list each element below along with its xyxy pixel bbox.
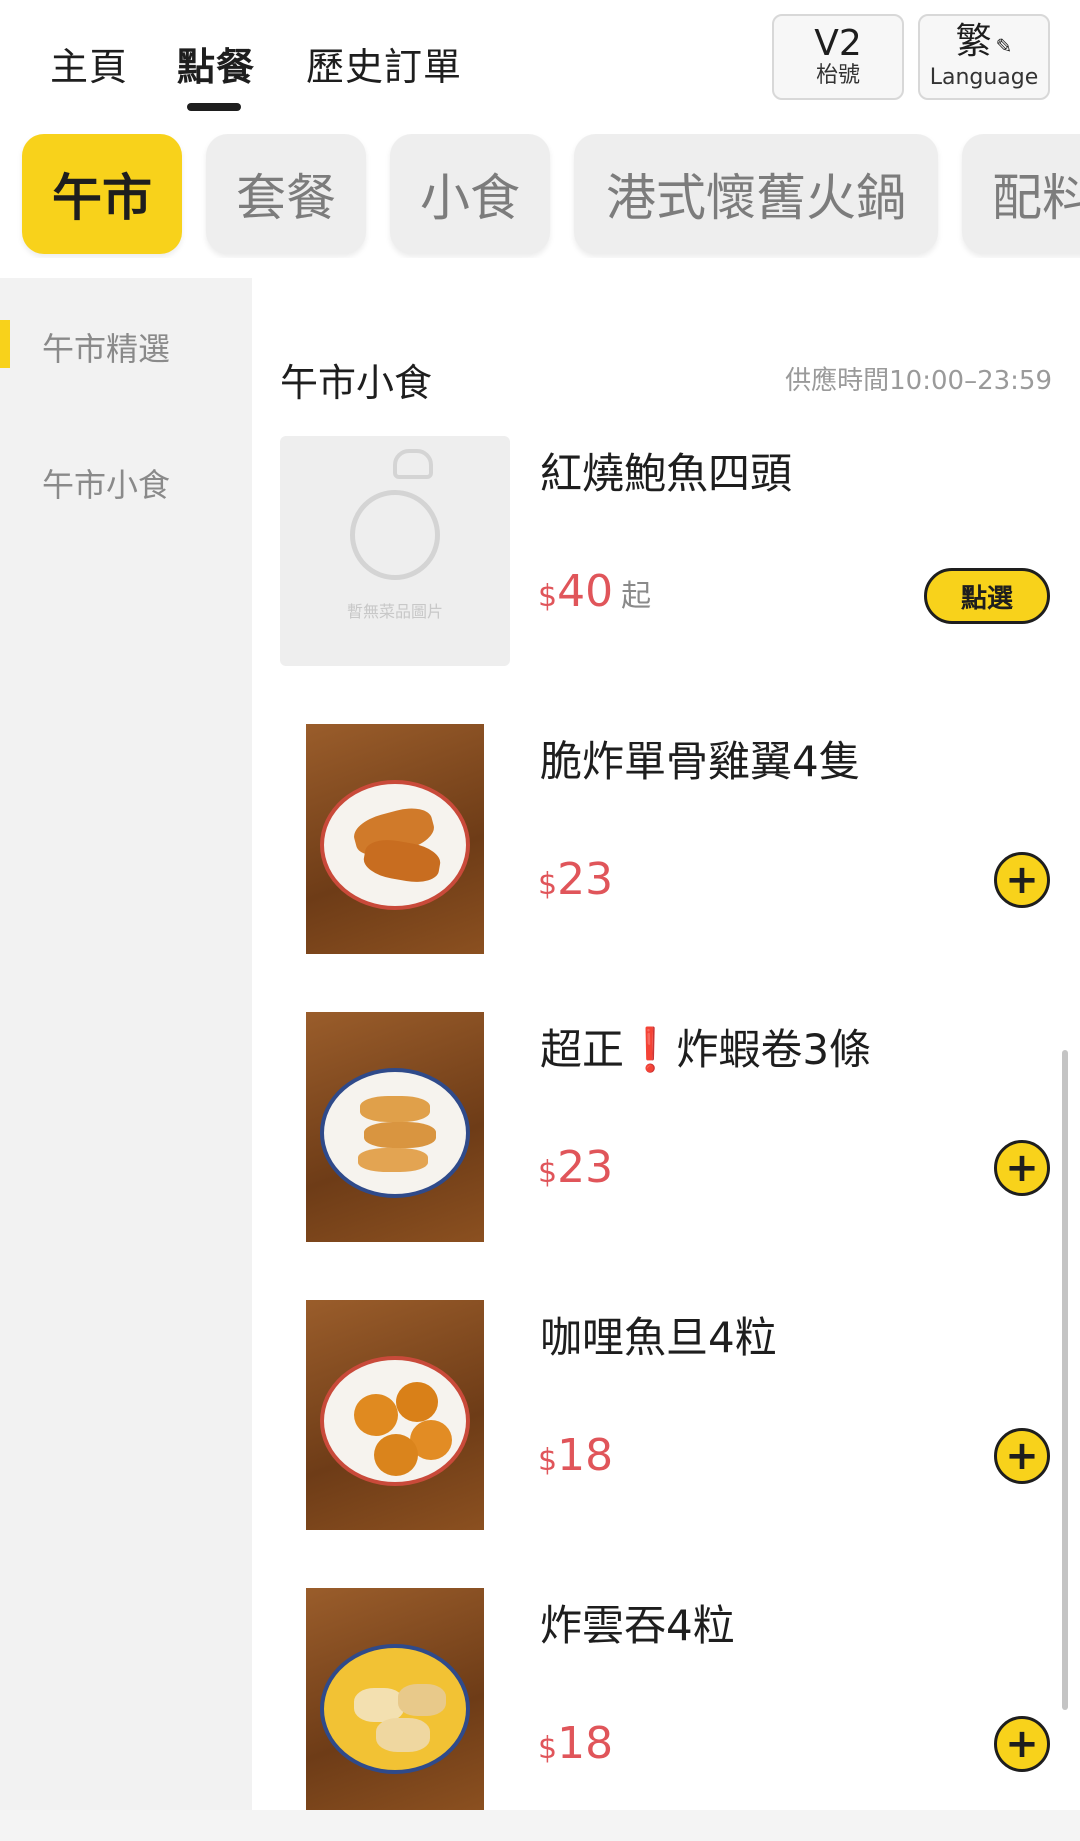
placeholder-text: 暫無菜品圖片 <box>346 602 443 621</box>
item-photo <box>306 1588 484 1810</box>
add-button[interactable]: + <box>994 1140 1050 1196</box>
item-price: $23 <box>538 854 614 905</box>
category-snacks[interactable]: 小食 <box>390 134 550 254</box>
select-button[interactable]: 點選 <box>924 568 1050 624</box>
table-number-label: 枱號 <box>815 63 860 88</box>
image-placeholder: 暫無菜品圖片 <box>280 436 510 666</box>
pencil-icon: ✎ <box>995 34 1013 58</box>
exclamation-icon: ❗ <box>624 1025 677 1074</box>
category-lunch[interactable]: 午市 <box>22 134 182 254</box>
language-current: 繁 <box>955 21 992 62</box>
item-price: $40 起 <box>538 566 652 617</box>
menu-item[interactable]: 超正❗炸蝦卷3條 $23 + <box>252 1012 1080 1252</box>
table-number: V2 <box>814 23 862 64</box>
menu-item[interactable]: 咖哩魚旦4粒 $18 + <box>252 1300 1080 1540</box>
section-title: 午市小食 <box>280 361 433 405</box>
scrollbar[interactable] <box>1062 1050 1068 1710</box>
item-name: 脆炸單骨雞翼4隻 <box>540 737 861 786</box>
price-suffix: 起 <box>621 579 652 614</box>
sidebar-active-indicator <box>0 320 10 368</box>
item-name: 咖哩魚旦4粒 <box>540 1313 777 1362</box>
bottom-bar <box>0 1810 1080 1841</box>
sidebar: 午市精選 午市小食 <box>0 278 252 1841</box>
category-hotpot[interactable]: 港式懷舊火鍋 <box>574 134 938 254</box>
item-name: 超正❗炸蝦卷3條 <box>540 1025 872 1074</box>
top-nav: 主頁 點餐 歷史訂單 V2 枱號 繁 ✎ Language <box>0 0 1080 122</box>
item-photo <box>306 724 484 954</box>
category-set-meal[interactable]: 套餐 <box>206 134 366 254</box>
menu-list: 午市小食 供應時間10:00–23:59 暫無菜品圖片 紅燒鮑魚四頭 $40 起 … <box>252 278 1080 1841</box>
item-price: $18 <box>538 1718 614 1769</box>
plate-icon <box>350 449 440 580</box>
item-name: 炸雲吞4粒 <box>540 1601 735 1650</box>
language-button[interactable]: 繁 ✎ Language <box>918 14 1050 100</box>
item-price: $23 <box>538 1142 614 1193</box>
tab-order[interactable]: 點餐 <box>177 36 255 91</box>
chef-hat-icon <box>393 449 433 479</box>
item-photo <box>306 1012 484 1242</box>
tab-order-history[interactable]: 歷史訂單 <box>306 36 462 91</box>
tab-home[interactable]: 主頁 <box>50 36 128 91</box>
service-hours: 供應時間10:00–23:59 <box>785 366 1052 396</box>
sidebar-item-lunch-picks[interactable]: 午市精選 <box>42 324 170 370</box>
table-number-button[interactable]: V2 枱號 <box>772 14 904 100</box>
item-price: $18 <box>538 1430 614 1481</box>
language-label: Language <box>929 65 1039 90</box>
add-button[interactable]: + <box>994 1428 1050 1484</box>
menu-item[interactable]: 炸雲吞4粒 $18 + <box>252 1588 1080 1818</box>
item-name: 紅燒鮑魚四頭 <box>540 449 793 498</box>
add-button[interactable]: + <box>994 852 1050 908</box>
sidebar-item-lunch-snacks[interactable]: 午市小食 <box>42 460 170 506</box>
category-toppings[interactable]: 配料 <box>962 134 1080 254</box>
category-bar: 午市 套餐 小食 港式懷舊火鍋 配料 <box>0 134 1080 258</box>
menu-item[interactable]: 暫無菜品圖片 紅燒鮑魚四頭 $40 起 點選 <box>252 436 1080 676</box>
menu-item[interactable]: 脆炸單骨雞翼4隻 $23 + <box>252 724 1080 964</box>
item-photo <box>306 1300 484 1530</box>
add-button[interactable]: + <box>994 1716 1050 1772</box>
active-tab-indicator <box>187 103 241 111</box>
